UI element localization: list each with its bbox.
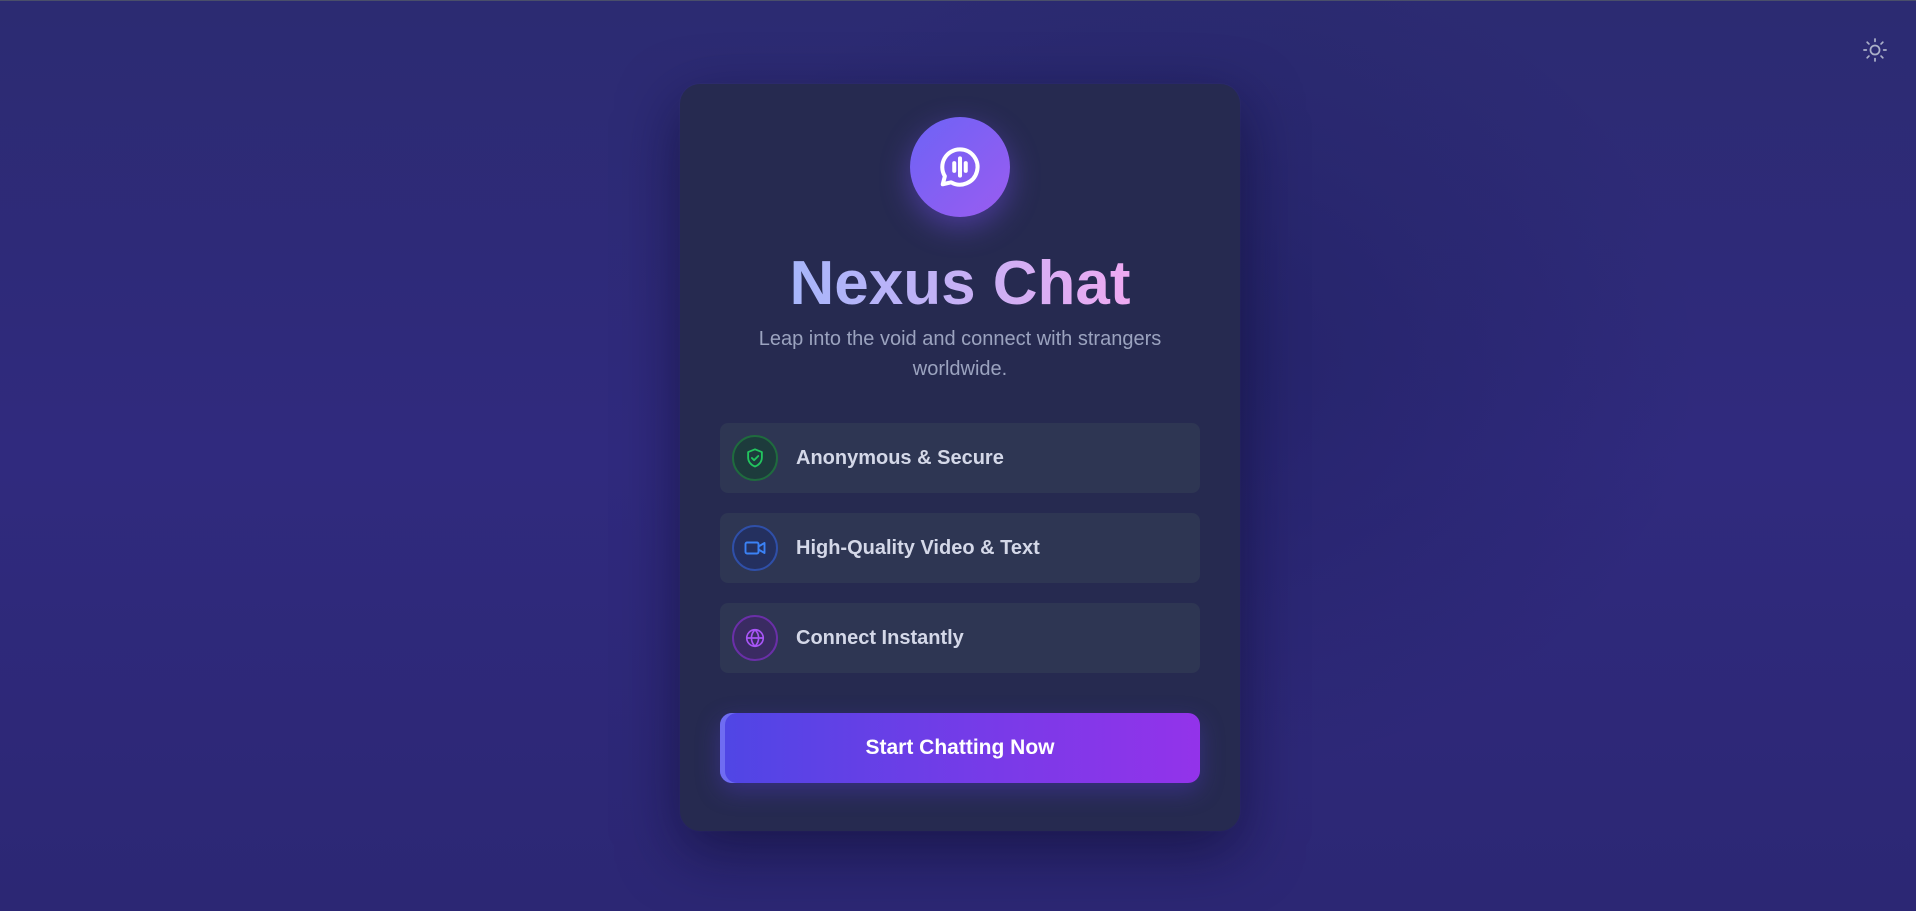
globe-icon: [745, 628, 765, 648]
feature-connect-instantly: Connect Instantly: [720, 603, 1200, 673]
chat-audio-bubble-icon: [940, 147, 980, 187]
welcome-card: Nexus Chat Leap into the void and connec…: [680, 84, 1240, 831]
feature-icon-badge: [732, 525, 778, 571]
feature-label: High-Quality Video & Text: [796, 536, 1040, 559]
shield-check-icon: [747, 448, 763, 468]
feature-icon-badge: [732, 435, 778, 481]
video-camera-icon: [744, 541, 766, 555]
app-subtitle: Leap into the void and connect with stra…: [758, 328, 1162, 380]
feature-video-text: High-Quality Video & Text: [720, 513, 1200, 583]
feature-anonymous-secure: Anonymous & Secure: [720, 423, 1200, 493]
theme-toggle-button[interactable]: [1861, 36, 1889, 64]
feature-label: Connect Instantly: [796, 626, 964, 649]
feature-label: Anonymous & Secure: [796, 446, 1004, 469]
top-border: [0, 0, 1916, 1]
feature-icon-badge: [732, 615, 778, 661]
start-chatting-button[interactable]: Start Chatting Now: [720, 713, 1200, 783]
sun-icon: [1863, 38, 1887, 62]
app-logo: [910, 117, 1010, 217]
app-title: Nexus Chat: [789, 249, 1131, 318]
